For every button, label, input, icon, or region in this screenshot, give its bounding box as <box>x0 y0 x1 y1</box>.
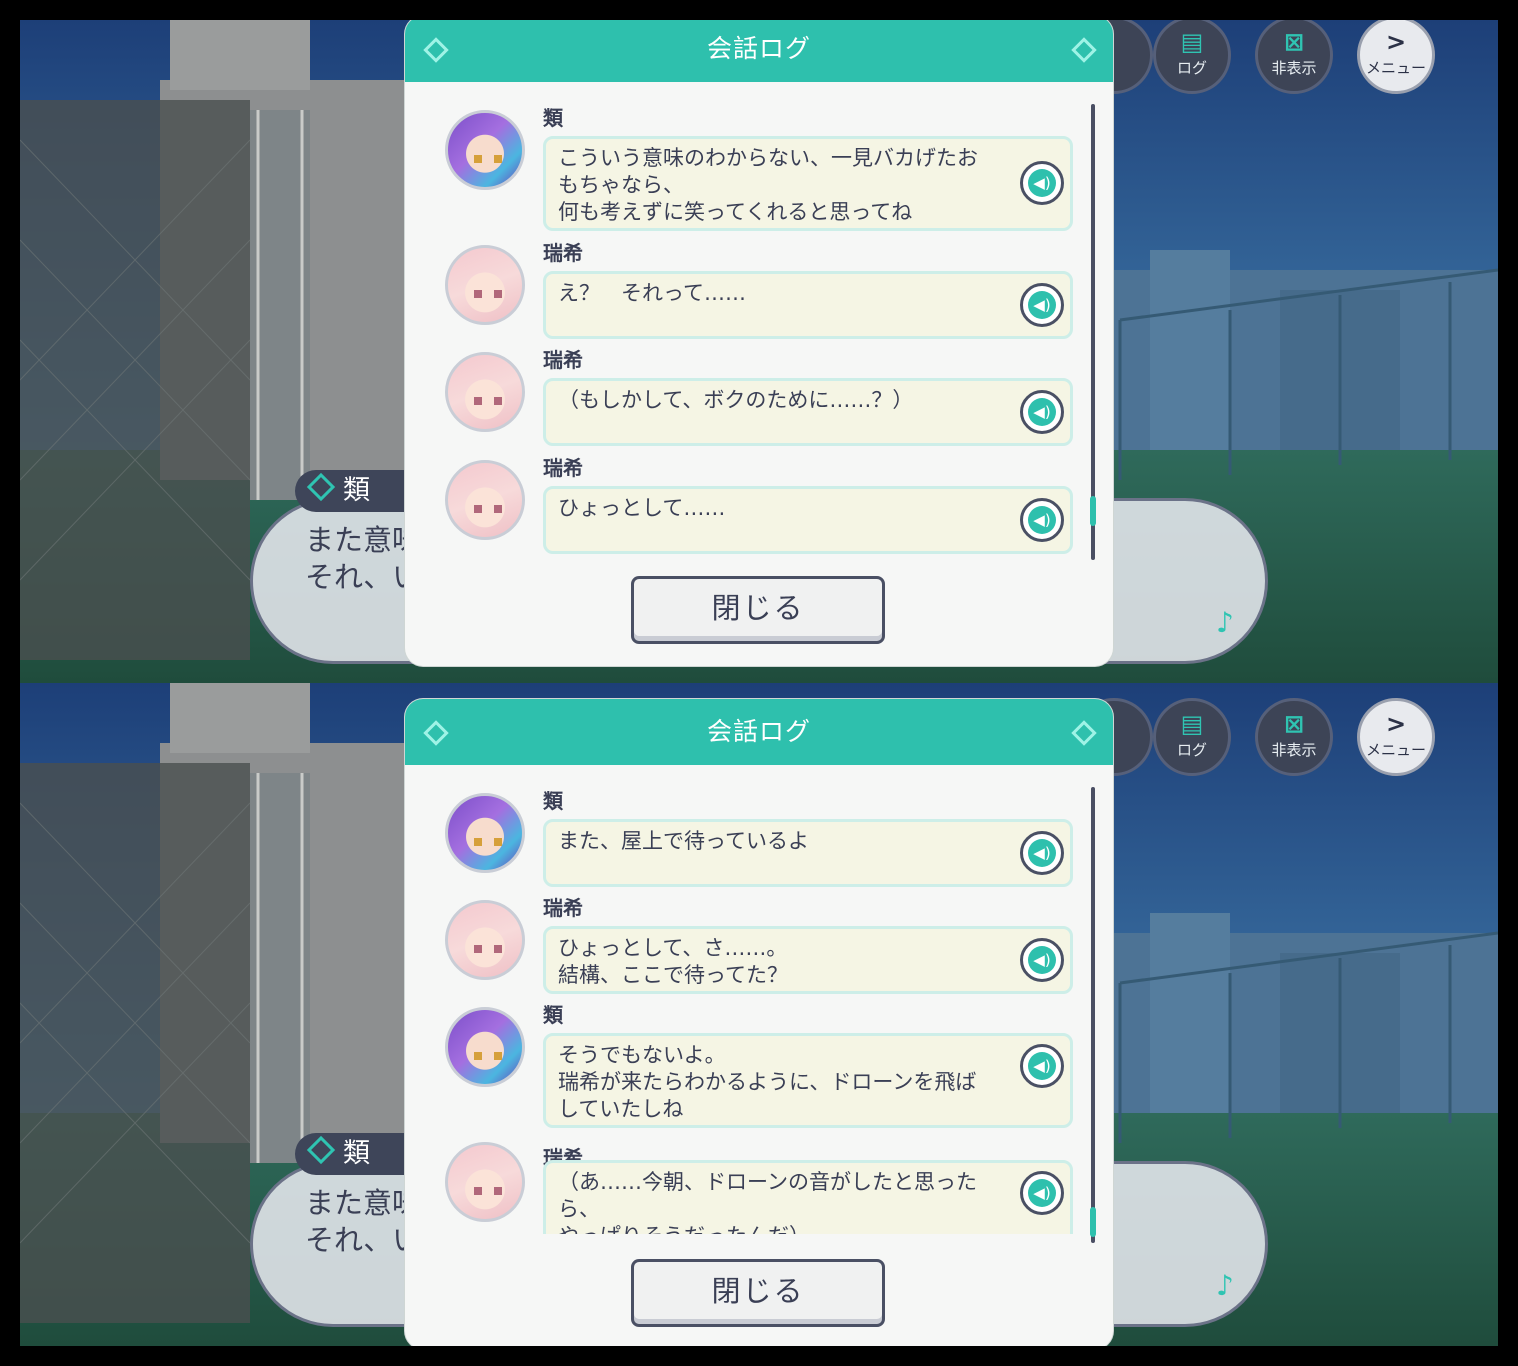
menu-arrow-icon: > <box>1385 28 1407 56</box>
message-text: ひょっとして…… <box>558 496 726 520</box>
hide-button[interactable]: ⊠ 非表示 <box>1255 698 1333 776</box>
message-bubble: （もしかして、ボクのために……？） ◀) <box>543 378 1073 446</box>
diamond-icon <box>306 1135 336 1165</box>
music-note-icon: ♪ <box>1216 606 1234 639</box>
speaker-name: 類 <box>543 1003 563 1027</box>
background-speaker-name: 類 <box>343 475 370 506</box>
log-button[interactable]: ▤ ログ <box>1153 698 1231 776</box>
background-message-text: また意味 それ、い <box>305 523 405 594</box>
screen-bottom: ▤ ログ ⊠ 非表示 > メニュー 類 また意味 それ、い ♪ 会話ログ 類 ま… <box>20 683 1498 1346</box>
conversation-log-dialog: 会話ログ 類 また、屋上で待っているよ ◀) 瑞希 ひょっとして、さ……。 結構… <box>405 699 1113 1346</box>
voice-play-button[interactable]: ◀) <box>1020 938 1064 982</box>
log-scrollbar[interactable] <box>1090 787 1096 1243</box>
avatar-mizuki <box>445 352 525 432</box>
speaker-name: 類 <box>543 106 563 130</box>
dialog-title: 会話ログ <box>706 34 811 63</box>
speaker-icon: ◀) <box>1028 839 1056 867</box>
speaker-name: 瑞希 <box>543 456 583 480</box>
speaker-icon: ◀) <box>1028 946 1056 974</box>
avatar-rui <box>445 110 525 190</box>
voice-play-button[interactable]: ◀) <box>1020 390 1064 434</box>
message-bubble: また、屋上で待っているよ ◀) <box>543 819 1073 887</box>
message-text: （あ……今朝、ドローンの音がしたと思った ら、 やっぱりそうだったんだ） <box>558 1170 977 1234</box>
voice-play-button[interactable]: ◀) <box>1020 1044 1064 1088</box>
message-bubble: え？ それって…… ◀) <box>543 271 1073 339</box>
scroll-thumb[interactable] <box>1090 496 1096 526</box>
menu-button[interactable]: > メニュー <box>1357 698 1435 776</box>
voice-play-button[interactable]: ◀) <box>1020 1171 1064 1215</box>
voice-play-button[interactable]: ◀) <box>1020 831 1064 875</box>
speaker-icon: ◀) <box>1028 169 1056 197</box>
background-speaker-name: 類 <box>343 1138 370 1169</box>
message-text: また、屋上で待っているよ <box>558 829 809 853</box>
speaker-name: 類 <box>543 789 563 813</box>
speaker-icon: ◀) <box>1028 291 1056 319</box>
speaker-icon: ◀) <box>1028 506 1056 534</box>
hide-icon: ⊠ <box>1283 710 1305 738</box>
log-icon: ▤ <box>1180 710 1204 738</box>
message-text: え？ それって…… <box>558 281 746 305</box>
close-button[interactable]: 閉じる <box>631 576 885 644</box>
speaker-icon: ◀) <box>1028 1179 1056 1207</box>
close-button[interactable]: 閉じる <box>631 1259 885 1327</box>
conversation-log-dialog: 会話ログ 類 こういう意味のわからない、一見バカげたお もちゃなら、 何も考えず… <box>405 20 1113 666</box>
message-text: （もしかして、ボクのために……？） <box>558 388 914 412</box>
menu-arrow-icon: > <box>1385 710 1407 738</box>
speaker-name: 瑞希 <box>543 896 583 920</box>
avatar-rui <box>445 1007 525 1087</box>
scroll-thumb[interactable] <box>1090 1207 1096 1237</box>
message-bubble: こういう意味のわからない、一見バカげたお もちゃなら、 何も考えずに笑ってくれる… <box>543 136 1073 231</box>
message-bubble: そうでもないよ。 瑞希が来たらわかるように、ドローンを飛ば していたしね ◀) <box>543 1033 1073 1128</box>
voice-play-button[interactable]: ◀) <box>1020 283 1064 327</box>
hide-icon: ⊠ <box>1283 28 1305 56</box>
log-icon: ▤ <box>1180 28 1204 56</box>
background-message-text: また意味 それ、い <box>305 1186 405 1257</box>
message-text: ひょっとして、さ……。 結構、ここで待ってた？ <box>558 936 788 987</box>
log-entry: 瑞希 （あ……今朝、ドローンの音がしたと思った ら、 やっぱりそうだったんだ） … <box>445 1142 1075 1234</box>
screen-top: ▤ ログ ⊠ 非表示 > メニュー 類 また意味 それ、い ♪ 会話ログ 類 こ… <box>20 20 1498 683</box>
avatar-mizuki <box>445 460 525 540</box>
dialog-title: 会話ログ <box>706 717 811 746</box>
message-text: そうでもないよ。 瑞希が来たらわかるように、ドローンを飛ば していたしね <box>558 1043 977 1121</box>
voice-play-button[interactable]: ◀) <box>1020 161 1064 205</box>
message-bubble: （あ……今朝、ドローンの音がしたと思った ら、 やっぱりそうだったんだ） ◀) <box>543 1160 1073 1234</box>
music-note-icon: ♪ <box>1216 1269 1234 1302</box>
avatar-mizuki <box>445 245 525 325</box>
message-bubble: ひょっとして…… ◀) <box>543 486 1073 554</box>
avatar-mizuki <box>445 1142 525 1222</box>
speaker-icon: ◀) <box>1028 398 1056 426</box>
speaker-name: 瑞希 <box>543 348 583 372</box>
speaker-name: 瑞希 <box>543 241 583 265</box>
log-scrollbar[interactable] <box>1090 104 1096 560</box>
voice-play-button[interactable]: ◀) <box>1020 498 1064 542</box>
diamond-icon <box>306 472 336 502</box>
message-text: こういう意味のわからない、一見バカげたお もちゃなら、 何も考えずに笑ってくれる… <box>558 146 978 224</box>
message-bubble: ひょっとして、さ……。 結構、ここで待ってた？ ◀) <box>543 926 1073 994</box>
speaker-icon: ◀) <box>1028 1052 1056 1080</box>
avatar-mizuki <box>445 900 525 980</box>
avatar-rui <box>445 793 525 873</box>
